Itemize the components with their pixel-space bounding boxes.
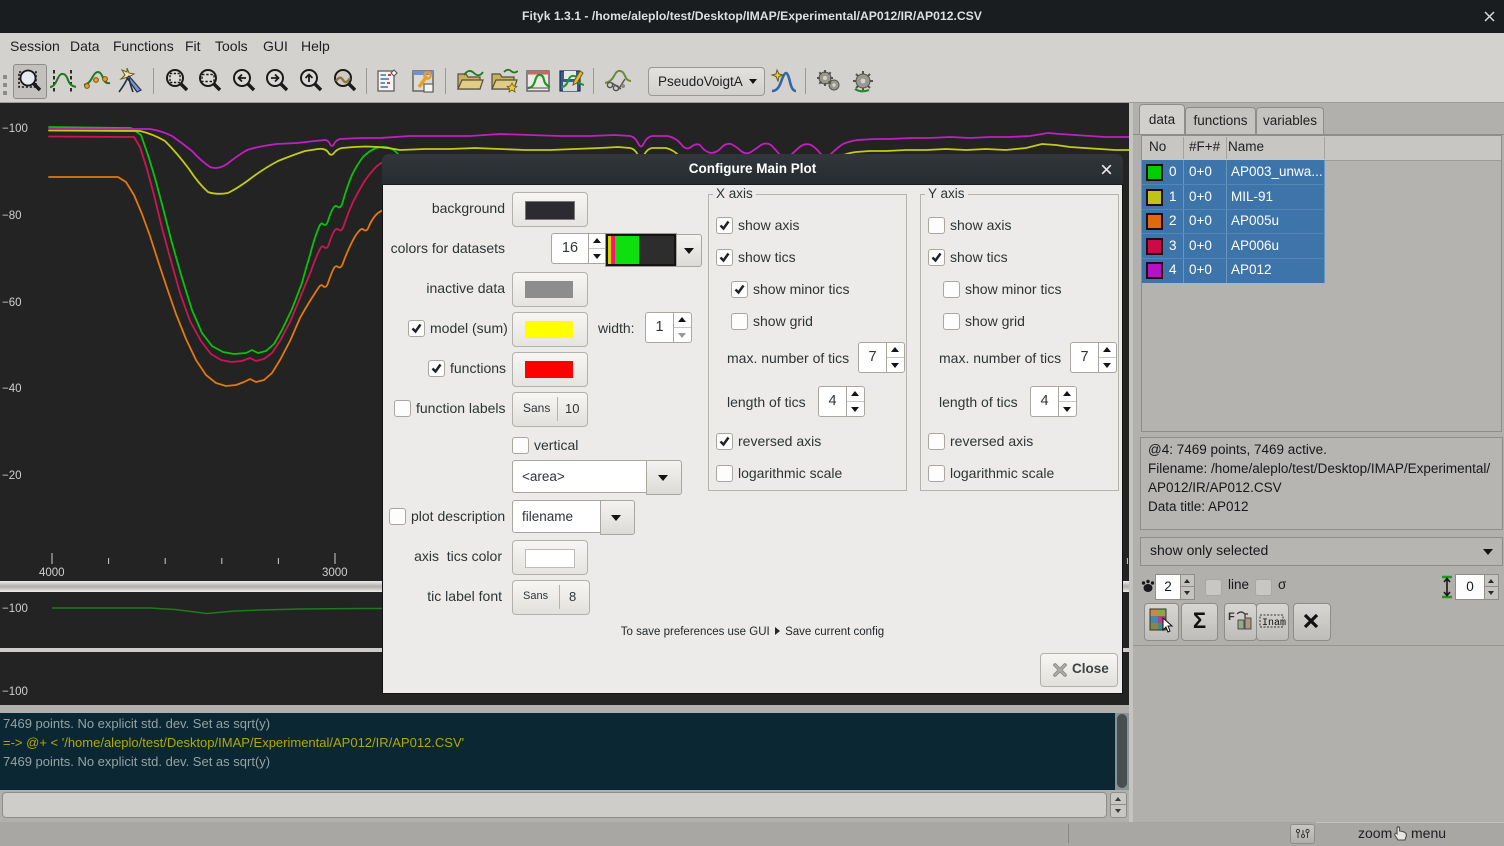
svg-text:4000: 4000 [39, 567, 65, 579]
svg-text:−40: −40 [2, 383, 22, 395]
svg-text:3000: 3000 [322, 567, 348, 579]
svg-text:−100: −100 [2, 603, 28, 615]
svg-text:Inam: Inam [1262, 618, 1286, 629]
svg-text:−80: −80 [2, 210, 22, 222]
svg-text:F: F [1228, 611, 1235, 623]
svg-text:−100: −100 [2, 123, 28, 135]
svg-text:−60: −60 [2, 297, 22, 309]
svg-text:−20: −20 [2, 470, 22, 482]
